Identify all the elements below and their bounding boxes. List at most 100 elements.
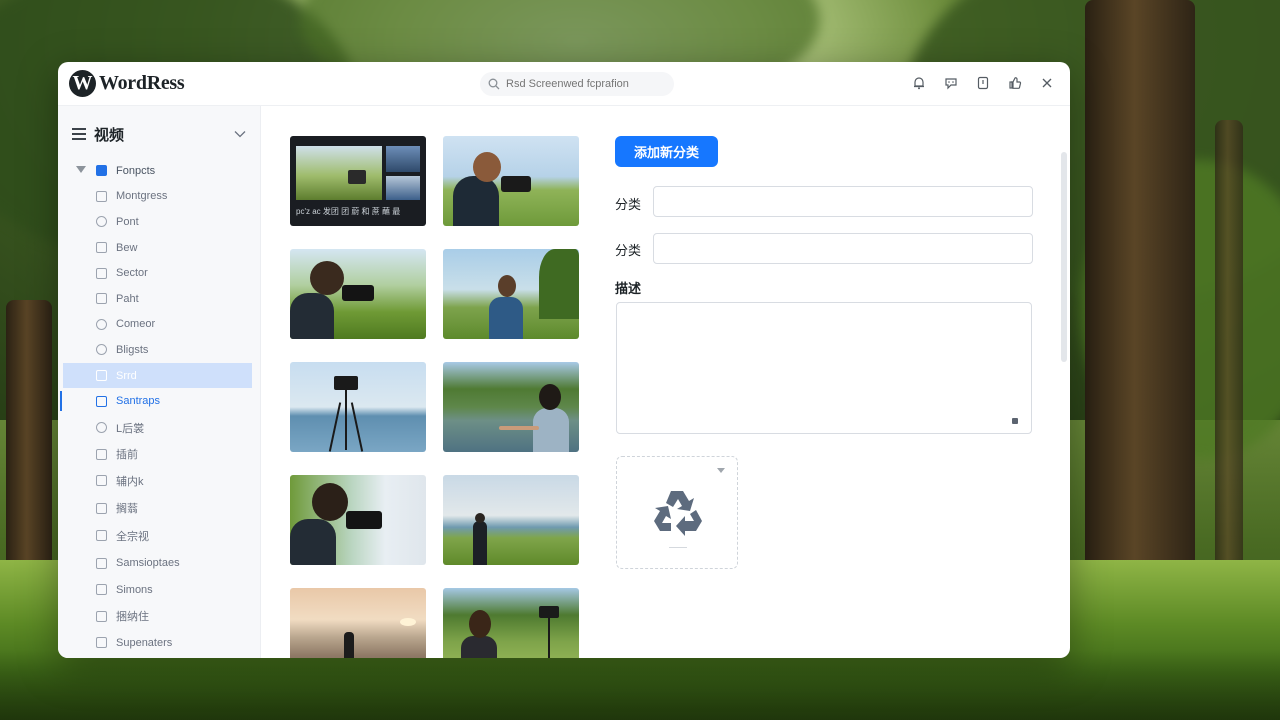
sidebar-header[interactable]: 视频 <box>72 122 246 146</box>
sidebar-item-sector[interactable]: Sector <box>58 260 260 286</box>
sidebar-list: Fonpcts Montgress Pont Bew Sector Paht C… <box>58 158 260 656</box>
media-thumbnail-woman-tripod[interactable] <box>443 588 579 658</box>
sidebar-item-label: Bew <box>116 241 138 254</box>
sidebar-item-samsioptaes[interactable]: Samsioptaes <box>58 550 260 578</box>
list-icon <box>96 370 107 382</box>
sidebar-item-label: Sector <box>116 267 148 280</box>
top-bar: W WordRess <box>58 62 1070 106</box>
sidebar-item-paht[interactable]: Paht <box>58 286 260 312</box>
close-icon[interactable] <box>1038 74 1056 92</box>
gear-icon <box>96 637 107 649</box>
sidebar-title: 视频 <box>94 126 125 144</box>
recycle-icon <box>654 490 702 536</box>
users-icon <box>96 530 107 542</box>
sidebar-item-label: 搁蓊 <box>116 503 138 516</box>
resize-handle-icon[interactable] <box>1012 418 1018 424</box>
bookmark-icon <box>96 502 107 514</box>
scrollbar[interactable] <box>1061 152 1067 362</box>
sidebar-item-simons[interactable]: Simons <box>58 577 260 603</box>
media-thumbnail-editor[interactable]: pc'z ac 发团 团 蔚 和 蔗 蘸 最 <box>290 136 426 226</box>
divider <box>669 547 687 548</box>
wordpress-logo[interactable]: W WordRess <box>69 70 185 97</box>
chat-icon[interactable] <box>942 74 960 92</box>
sidebar-item-gewen[interactable]: 搁蓊 <box>58 495 260 523</box>
media-thumbnail-tripod-lake[interactable] <box>290 362 426 452</box>
category-input-1[interactable] <box>653 186 1033 217</box>
media-thumbnail-photographer-2[interactable] <box>290 249 426 339</box>
description-label: 描述 <box>615 281 642 296</box>
sidebar-item-label: Fonpcts <box>116 164 156 177</box>
sidebar-item-santraps[interactable]: Santraps <box>58 388 260 414</box>
sidebar-item-pont[interactable]: Pont <box>58 209 260 235</box>
sidebar-item-montgress[interactable]: Montgress <box>58 184 260 210</box>
sidebar-item-comeor[interactable]: Comeor <box>58 312 260 338</box>
wordpress-logo-icon: W <box>69 70 96 97</box>
image-upload-dropzone[interactable] <box>616 456 738 569</box>
file-icon <box>96 242 107 254</box>
category-label-1: 分类 <box>615 197 642 212</box>
search-icon <box>488 78 500 90</box>
media-thumbnail-woman-lake[interactable] <box>443 362 579 452</box>
media-thumbnail-man-field[interactable] <box>443 249 579 339</box>
archive-icon <box>96 610 107 622</box>
sidebar-item-label: 插前 <box>116 449 138 462</box>
sidebar-item-houshang[interactable]: L后裳 <box>58 414 260 442</box>
caret-down-icon[interactable] <box>76 166 86 173</box>
sidebar-item-label: Bligsts <box>116 343 149 356</box>
description-textarea[interactable] <box>616 302 1032 434</box>
chevron-down-icon[interactable] <box>234 130 246 138</box>
sidebar-item-label: L后裳 <box>116 422 145 435</box>
sidebar-item-supenaters[interactable]: Supenaters <box>58 630 260 656</box>
sliders-icon <box>96 584 107 596</box>
add-new-category-button[interactable]: 添加新分类 <box>615 136 718 167</box>
sidebar-item-label: Samsioptaes <box>116 557 180 570</box>
media-thumbnail-lakeside-figure[interactable] <box>443 475 579 565</box>
sidebar: 视频 Fonpcts Montgress Pont Bew Sector Pah… <box>58 106 261 658</box>
sidebar-item-label: 全宗视 <box>116 530 149 543</box>
sidebar-item-label: Santraps <box>116 395 161 408</box>
sidebar-item-quanzong[interactable]: 全宗视 <box>58 522 260 550</box>
lock-icon <box>96 475 107 487</box>
sidebar-item-label: Comeor <box>116 318 156 331</box>
sidebar-item-label: Simons <box>116 583 153 596</box>
tools-icon <box>96 557 107 569</box>
chart-icon <box>96 293 107 305</box>
media-thumbnail-photographer-1[interactable] <box>443 136 579 226</box>
sidebar-item-label: Srrd <box>116 369 137 382</box>
media-thumbnail-sunset-lake[interactable] <box>290 588 426 658</box>
sidebar-item-label: 捆纳住 <box>116 611 149 624</box>
menu-icon <box>72 128 86 140</box>
app-title: WordRess <box>99 72 185 94</box>
plugin-icon <box>96 344 107 356</box>
sidebar-item-fonpcts[interactable]: Fonpcts <box>58 158 260 184</box>
sidebar-item-label: Supenaters <box>116 636 173 649</box>
image-icon <box>96 448 107 460</box>
sidebar-item-label: Montgress <box>116 190 168 203</box>
tag-icon <box>96 216 107 228</box>
category-input-2[interactable] <box>653 233 1033 264</box>
bell-icon[interactable] <box>910 74 928 92</box>
category-label-2: 分类 <box>615 243 642 258</box>
sidebar-item-srrd[interactable]: Srrd <box>63 362 252 389</box>
thumbnail-caption: pc'z ac 发团 团 蔚 和 蔗 蘸 最 <box>296 207 401 216</box>
document-icon[interactable] <box>974 74 992 92</box>
comment-icon <box>96 318 107 330</box>
search-input[interactable] <box>506 78 666 90</box>
sidebar-item-label: 辅内k <box>116 475 144 488</box>
calendar-icon <box>96 395 107 407</box>
sidebar-item-label: Paht <box>116 292 139 305</box>
sidebar-item-funei[interactable]: 辅内k <box>58 467 260 495</box>
sidebar-item-bew[interactable]: Bew <box>58 235 260 261</box>
grid-icon <box>96 267 107 279</box>
media-thumbnail-photographer-3[interactable] <box>290 475 426 565</box>
sidebar-item-kunna[interactable]: 捆纳住 <box>58 603 260 631</box>
sidebar-item-chaqian[interactable]: 插前 <box>58 441 260 467</box>
app-window: W WordRess 视频 <box>58 62 1070 658</box>
sidebar-item-label: Pont <box>116 215 139 228</box>
thumbs-up-icon[interactable] <box>1006 74 1024 92</box>
caret-down-icon[interactable] <box>717 468 725 473</box>
settings-icon <box>96 422 107 434</box>
folder-icon <box>96 165 107 177</box>
sidebar-item-bligsts[interactable]: Bligsts <box>58 337 260 363</box>
search-box[interactable] <box>480 72 674 96</box>
